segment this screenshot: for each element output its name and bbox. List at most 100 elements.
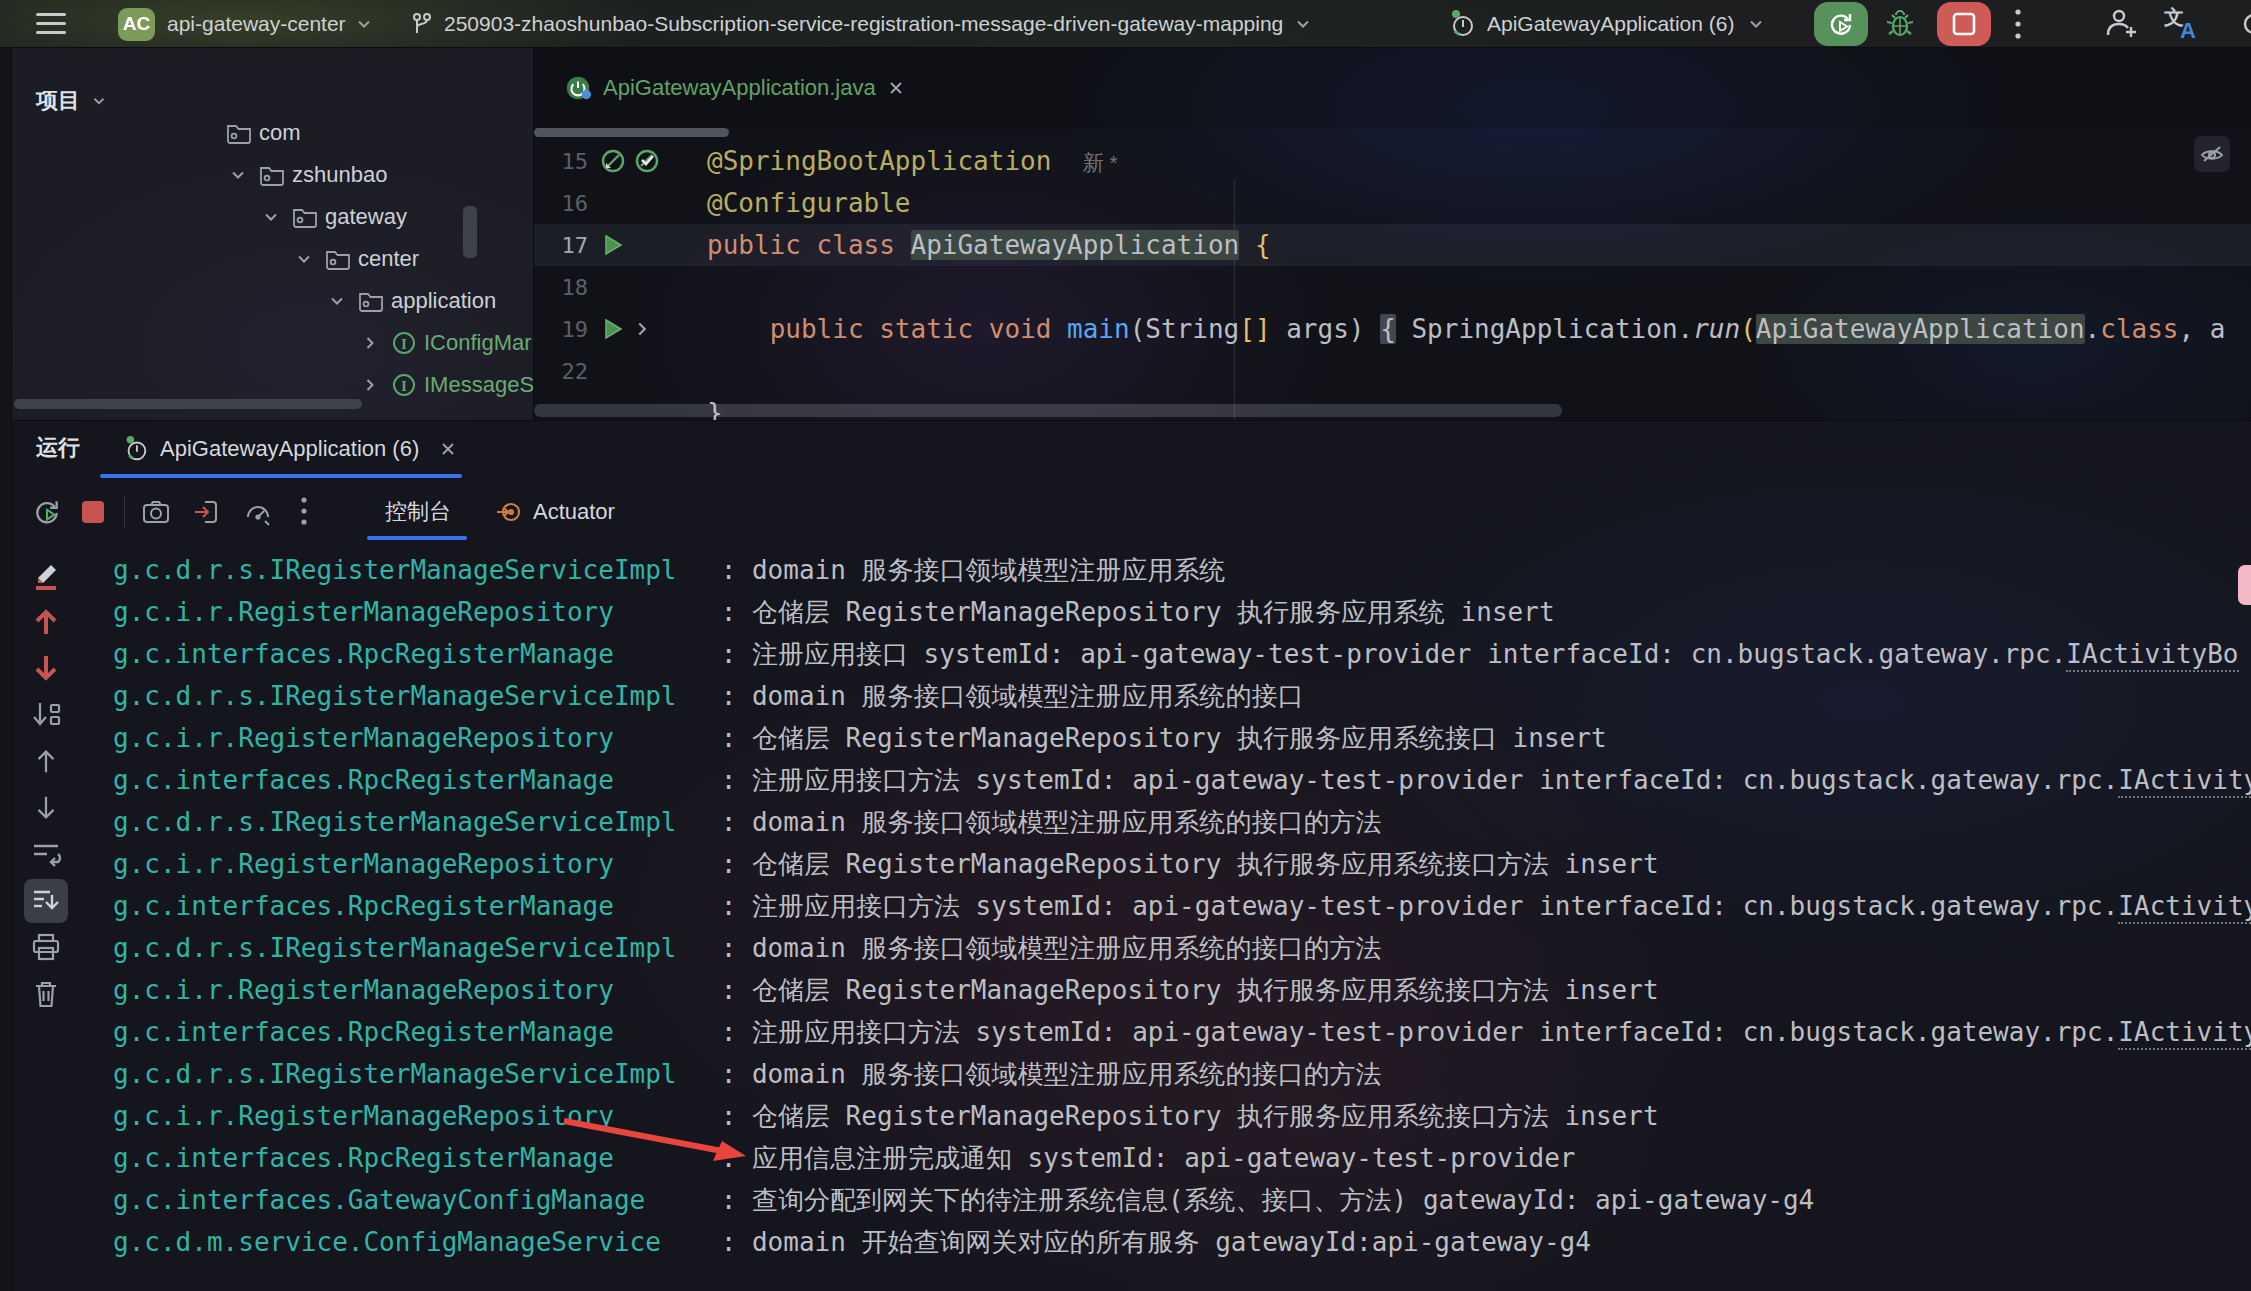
logger-link[interactable]: g.c.d.r.s.IRegisterManageServiceImpl xyxy=(113,681,705,711)
scroll-to-end-icon[interactable] xyxy=(24,879,68,923)
code-line-16[interactable]: 16@Configurable xyxy=(534,182,2251,224)
code-line-22[interactable]: 22 xyxy=(534,350,2251,392)
chevron-right-icon[interactable] xyxy=(360,375,380,395)
log-message: 仓储层 RegisterManageRepository 执行服务应用系统接口 … xyxy=(752,721,1607,756)
separator: : xyxy=(705,891,752,921)
logger-link[interactable]: g.c.i.r.RegisterManageRepository xyxy=(113,975,705,1005)
close-icon[interactable] xyxy=(887,79,905,97)
separator: : xyxy=(705,765,752,795)
console-row: g.c.interfaces.RpcRegisterManage : 注册应用接… xyxy=(80,759,2251,801)
branch-widget[interactable]: 250903-zhaoshunbao-Subscription-service-… xyxy=(410,0,1313,48)
log-message: 查询分配到网关下的待注册系统信息(系统、接口、方法) gatewayId: ap… xyxy=(752,1183,1814,1218)
print-icon[interactable] xyxy=(24,925,68,969)
logger-link[interactable]: g.c.d.r.s.IRegisterManageServiceImpl xyxy=(113,933,705,963)
run-tab[interactable]: ApiGatewayApplication (6) xyxy=(100,424,457,474)
logger-link[interactable]: g.c.d.r.s.IRegisterManageServiceImpl xyxy=(113,1059,705,1089)
chevron-right-icon[interactable] xyxy=(360,333,380,353)
down-stack-trace-icon[interactable] xyxy=(24,786,68,830)
play-icon[interactable] xyxy=(599,232,625,258)
separator: : xyxy=(705,1185,752,1215)
logger-link[interactable]: g.c.d.m.service.ConfigManageService xyxy=(113,1227,705,1257)
hamburger-menu-icon[interactable] xyxy=(36,0,66,48)
logger-link[interactable]: g.c.d.r.s.IRegisterManageServiceImpl xyxy=(113,807,705,837)
logger-link[interactable]: g.c.i.r.RegisterManageRepository xyxy=(113,597,705,627)
console-row: g.c.d.r.s.IRegisterManageServiceImpl : d… xyxy=(80,1053,2251,1095)
logger-link[interactable]: g.c.d.r.s.IRegisterManageServiceImpl xyxy=(113,555,705,585)
console-row: g.c.d.r.s.IRegisterManageServiceImpl : d… xyxy=(80,927,2251,969)
thread-dump-icon[interactable] xyxy=(133,489,179,535)
logger-link[interactable]: g.c.interfaces.RpcRegisterManage xyxy=(113,765,705,795)
restore-layout-icon[interactable] xyxy=(183,489,229,535)
folder-icon xyxy=(259,163,285,187)
chevron-down-icon[interactable] xyxy=(261,207,281,227)
chevron-down-icon[interactable] xyxy=(228,165,248,185)
line-number: 18 xyxy=(534,275,588,300)
code-with-me-icon[interactable] xyxy=(2102,0,2140,48)
run-config-widget[interactable]: ApiGatewayApplication (6) xyxy=(1447,0,1766,48)
chevron-down-icon xyxy=(1293,14,1313,34)
code-line-19[interactable]: 19 public static void main(String[] args… xyxy=(534,308,2251,350)
code-text: @SpringBootApplication 新 * xyxy=(707,146,1118,177)
gauge-icon[interactable] xyxy=(235,489,281,535)
up-stack-trace-icon[interactable] xyxy=(24,739,68,783)
line-number: 19 xyxy=(534,317,588,342)
fold-icon[interactable] xyxy=(631,318,653,340)
clear-all-icon[interactable] xyxy=(24,972,68,1016)
console-row: g.c.interfaces.RpcRegisterManage : 注册应用接… xyxy=(80,1011,2251,1053)
search-everywhere-icon[interactable] xyxy=(2240,0,2251,48)
jump-to-next-icon[interactable] xyxy=(24,646,68,690)
tree-item-center[interactable]: center xyxy=(12,238,533,280)
rerun-button[interactable] xyxy=(1814,2,1868,46)
tree-item-application[interactable]: application xyxy=(12,280,533,322)
tree-item-gateway[interactable]: gateway xyxy=(12,196,533,238)
stop-icon[interactable] xyxy=(70,489,116,535)
logger-link[interactable]: g.c.interfaces.RpcRegisterManage xyxy=(113,639,705,669)
log-message: 应用信息注册完成通知 systemId: api-gateway-test-pr… xyxy=(752,1141,1576,1176)
editor-horizontal-scrollbar[interactable] xyxy=(534,128,729,137)
logger-link[interactable]: g.c.interfaces.RpcRegisterManage xyxy=(113,891,705,921)
editor-bottom-scrollbar[interactable] xyxy=(534,404,1562,417)
tree-item-IConfigMar[interactable]: IIConfigMar xyxy=(12,322,533,364)
log-message: 注册应用接口 systemId: api-gateway-test-provid… xyxy=(752,637,2239,672)
more-actions-icon[interactable] xyxy=(2014,0,2022,48)
more-vertical-icon[interactable] xyxy=(281,489,327,535)
hide-inspections-widget[interactable] xyxy=(2194,136,2230,172)
logger-link[interactable]: g.c.interfaces.GatewayConfigManage xyxy=(113,1185,705,1215)
highlighter-icon[interactable] xyxy=(24,553,68,597)
code-line-15[interactable]: 15@SpringBootApplication 新 * xyxy=(534,140,2251,182)
rerun-icon[interactable] xyxy=(24,489,70,535)
logger-link[interactable]: g.c.i.r.RegisterManageRepository xyxy=(113,849,705,879)
play-icon[interactable] xyxy=(599,316,625,342)
code-line-18[interactable]: 18 xyxy=(534,266,2251,308)
horizontal-scrollbar[interactable] xyxy=(14,399,362,409)
error-stripe-badge[interactable] xyxy=(2238,565,2251,605)
chevron-down-icon[interactable] xyxy=(327,291,347,311)
tree-item-zshunbao[interactable]: zshunbao xyxy=(12,154,533,196)
step-into-stack-icon[interactable] xyxy=(24,693,68,737)
separator: : xyxy=(705,681,752,711)
tree-item-label: IConfigMar xyxy=(424,330,532,356)
bean-icon[interactable] xyxy=(599,147,627,175)
jump-to-previous-icon[interactable] xyxy=(24,600,68,644)
soft-wrap-icon[interactable] xyxy=(24,832,68,876)
stop-button[interactable] xyxy=(1937,2,1991,46)
translate-icon[interactable]: 文 A xyxy=(2164,0,2204,48)
logger-link[interactable]: g.c.i.r.RegisterManageRepository xyxy=(113,723,705,753)
code-line-17[interactable]: 17public class ApiGatewayApplication { xyxy=(534,224,2251,266)
tab-console[interactable]: 控制台 xyxy=(363,489,473,535)
tab-actuator[interactable]: Actuator xyxy=(473,489,637,535)
chevron-down-icon[interactable] xyxy=(294,249,314,269)
tree-item-com[interactable]: com xyxy=(12,112,533,154)
line-number: 22 xyxy=(534,359,588,384)
vertical-scrollbar[interactable] xyxy=(463,206,477,258)
log-message: domain 开始查询网关对应的所有服务 gatewayId:api-gatew… xyxy=(752,1225,1591,1260)
console-row: g.c.interfaces.RpcRegisterManage : 应用信息注… xyxy=(80,1137,2251,1179)
close-icon[interactable] xyxy=(439,440,457,458)
separator: : xyxy=(705,723,752,753)
editor-tab[interactable]: ApiGatewayApplication.java xyxy=(546,48,923,128)
bean-check-icon[interactable] xyxy=(633,147,661,175)
debug-button[interactable] xyxy=(1884,0,1916,48)
project-widget[interactable]: AC api-gateway-center xyxy=(118,0,374,48)
logger-link[interactable]: g.c.interfaces.RpcRegisterManage xyxy=(113,1017,705,1047)
separator: : xyxy=(705,1017,752,1047)
